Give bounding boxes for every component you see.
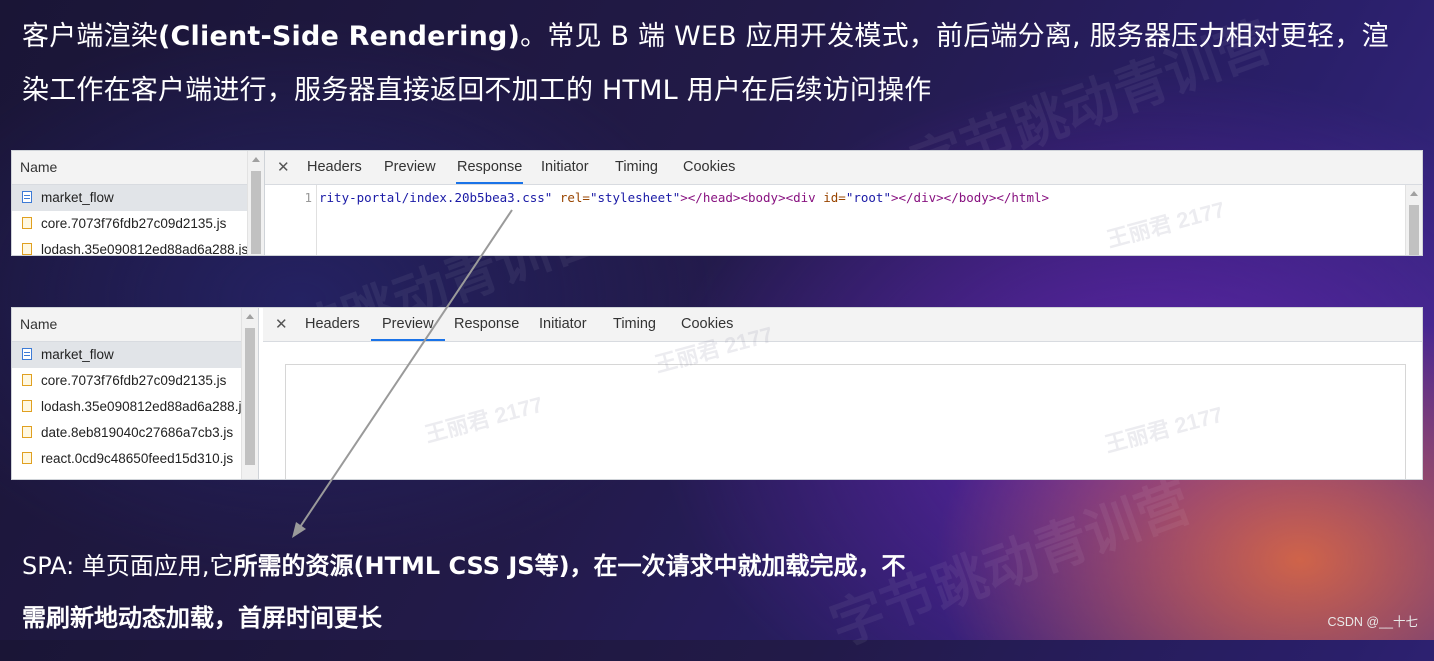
tab-response[interactable]: Response <box>454 308 519 341</box>
code-scrollbar[interactable] <box>1405 185 1422 255</box>
tab-initiator[interactable]: Initiator <box>539 308 587 341</box>
request-item-lodash-js[interactable]: lodash.35e090812ed88ad6a288.js <box>12 237 264 255</box>
scroll-up-icon <box>246 314 254 319</box>
request-detail: ✕ Headers Preview Response Initiator Tim… <box>265 151 1422 255</box>
author-credit: CSDN @__十七 <box>1327 615 1419 629</box>
response-code-view[interactable]: 1 rity-portal/index.20b5bea3.css" rel="s… <box>265 185 1422 255</box>
spa-line-2: 需刷新地动态加载，首屏时间更长 <box>22 604 382 632</box>
close-icon[interactable]: ✕ <box>277 158 290 176</box>
request-item-date-js[interactable]: date.8eb819040c27686a7cb3.js <box>12 420 258 446</box>
preview-pane: 王丽君 2177 王丽君 2177 王丽君 2177 <box>263 322 1422 479</box>
request-list-scrollbar[interactable] <box>247 151 264 255</box>
script-icon <box>22 217 32 230</box>
close-icon[interactable]: ✕ <box>275 315 288 333</box>
scroll-up-icon <box>1410 191 1418 196</box>
name-column-header[interactable]: Name <box>12 308 258 342</box>
request-item-market-flow[interactable]: market_flow <box>12 185 264 211</box>
tab-response[interactable]: Response <box>456 151 524 184</box>
request-item-core-js[interactable]: core.7073f76fdb27c09d2135.js <box>12 211 264 237</box>
heading-line-2: 染工作在客户端进行，服务器直接返回不加工的 HTML 用户在后续访问操作 <box>22 75 932 106</box>
heading-line-1: 客户端渲染(Client-Side Rendering)。常见 B 端 WEB … <box>22 21 1389 52</box>
spa-description: SPA: 单页面应用,它所需的资源(HTML CSS JS等)，在一次请求中就加… <box>22 540 1122 644</box>
tab-timing[interactable]: Timing <box>613 308 656 341</box>
detail-tabs: ✕ Headers Preview Response Initiator Tim… <box>263 308 1422 342</box>
script-icon <box>22 243 32 255</box>
script-icon <box>22 452 32 465</box>
network-request-list: Name market_flow core.7073f76fdb27c09d21… <box>12 151 265 255</box>
devtools-panel-response: Name market_flow core.7073f76fdb27c09d21… <box>11 150 1423 256</box>
request-item-lodash-js[interactable]: lodash.35e090812ed88ad6a288.js <box>12 394 258 420</box>
response-code-line: rity-portal/index.20b5bea3.css" rel="sty… <box>319 190 1050 205</box>
request-item-react-js[interactable]: react.0cd9c48650feed15d310.js <box>12 446 258 472</box>
spa-line-1: SPA: 单页面应用,它所需的资源(HTML CSS JS等)，在一次请求中就加… <box>22 552 906 580</box>
name-column-header[interactable]: Name <box>12 151 264 185</box>
arrow-head-icon <box>292 522 306 538</box>
tab-initiator[interactable]: Initiator <box>541 151 589 184</box>
detail-tabs: ✕ Headers Preview Response Initiator Tim… <box>265 151 1422 185</box>
line-number-gutter: 1 <box>265 185 317 255</box>
watermark-name: 王丽君 2177 <box>1104 196 1228 253</box>
tab-cookies[interactable]: Cookies <box>683 151 735 184</box>
document-icon <box>22 348 32 361</box>
scroll-up-icon <box>252 157 260 162</box>
network-request-list: Name market_flow core.7073f76fdb27c09d21… <box>12 308 259 479</box>
tab-headers[interactable]: Headers <box>305 308 360 341</box>
tab-headers[interactable]: Headers <box>307 151 362 184</box>
request-item-core-js[interactable]: core.7073f76fdb27c09d2135.js <box>12 368 258 394</box>
script-icon <box>22 374 32 387</box>
slide-heading: 客户端渲染(Client-Side Rendering)。常见 B 端 WEB … <box>22 10 1412 118</box>
line-number: 1 <box>304 190 312 205</box>
request-detail: ✕ Headers Preview Response Initiator Tim… <box>263 308 1422 479</box>
request-item-market-flow[interactable]: market_flow <box>12 342 258 368</box>
tab-preview[interactable]: Preview <box>371 308 445 341</box>
tab-timing[interactable]: Timing <box>615 151 658 184</box>
script-icon <box>22 426 32 439</box>
devtools-panel-preview: Name market_flow core.7073f76fdb27c09d21… <box>11 307 1423 480</box>
request-list-scrollbar[interactable] <box>241 308 258 479</box>
tab-preview[interactable]: Preview <box>384 151 436 184</box>
script-icon <box>22 400 32 413</box>
document-icon <box>22 191 32 204</box>
